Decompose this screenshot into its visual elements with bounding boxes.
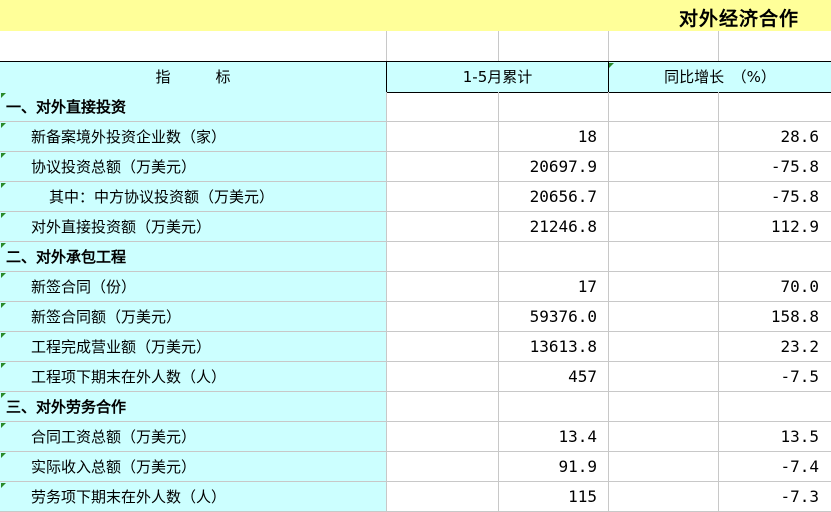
- section-row: 二、对外承包工程: [0, 242, 831, 272]
- growth-value: [720, 242, 819, 272]
- section-row: 一、对外直接投资: [0, 92, 831, 122]
- table-row: 新备案境外投资企业数（家） 18 28.6: [0, 122, 831, 152]
- cell-marker-icon: [609, 63, 614, 68]
- cumulative-value: 91.9: [558, 457, 597, 476]
- blank-row: [0, 31, 831, 61]
- growth-value: [720, 392, 819, 422]
- growth-value: -7.4: [780, 457, 819, 476]
- growth-value: 70.0: [780, 277, 819, 296]
- spreadsheet: 对外经济合作 指 标 1-5月累计 同比增长 （%） 一、对外直接投资新备案境外…: [0, 0, 831, 512]
- cumulative-value: 59376.0: [529, 307, 597, 326]
- row-label: 协议投资总额（万美元）: [31, 158, 197, 176]
- indicator-header: 指 标: [155, 68, 231, 86]
- cell-marker-icon: [1, 153, 6, 158]
- table-row: 其中：中方协议投资额（万美元） 20656.7 -75.8: [0, 182, 831, 212]
- section-label: 二、对外承包工程: [6, 248, 127, 266]
- table-row: 新签合同（份） 17 70.0: [0, 272, 831, 302]
- data-table: 一、对外直接投资新备案境外投资企业数（家） 18 28.6 协议投资总额（万美元） 20…: [0, 92, 831, 512]
- table-row: 劳务项下期末在外人数（人） 115 -7.3: [0, 482, 831, 512]
- cell-marker-icon: [1, 183, 6, 188]
- growth-value: -75.8: [770, 187, 819, 206]
- cumulative-value: [500, 392, 597, 422]
- cumulative-value: 20656.7: [529, 187, 597, 206]
- cumulative-value: 17: [577, 277, 597, 296]
- cumulative-value: 21246.8: [529, 217, 597, 236]
- cumulative-value: 13613.8: [529, 337, 597, 356]
- growth-value: 158.8: [770, 307, 819, 326]
- row-label: 新签合同（份）: [31, 278, 137, 296]
- cell-marker-icon: [1, 363, 6, 368]
- growth-value: -7.3: [780, 487, 819, 506]
- row-label: 对外直接投资额（万美元）: [31, 218, 212, 236]
- table-row: 协议投资总额（万美元） 20697.9 -75.8: [0, 152, 831, 182]
- row-label: 工程项下期末在外人数（人）: [31, 368, 227, 386]
- growth-value: -75.8: [770, 157, 819, 176]
- table-row: 实际收入总额（万美元） 91.9 -7.4: [0, 452, 831, 482]
- cell-marker-icon: [1, 483, 6, 488]
- growth-value: 112.9: [770, 217, 819, 236]
- cumulative-value: 115: [568, 487, 597, 506]
- sheet-title: 对外经济合作: [678, 8, 799, 30]
- yoy-header: 同比增长 （%）: [664, 68, 776, 86]
- cumulative-header: 1-5月累计: [462, 68, 533, 86]
- cumulative-value: [500, 242, 597, 272]
- cumulative-value: 13.4: [558, 427, 597, 446]
- row-label: 实际收入总额（万美元）: [31, 458, 197, 476]
- cumulative-value: 18: [577, 127, 597, 146]
- cell-marker-icon: [1, 123, 6, 128]
- section-label: 三、对外劳务合作: [6, 398, 127, 416]
- growth-value: -7.5: [780, 367, 819, 386]
- table-row: 工程完成营业额（万美元） 13613.8 23.2: [0, 332, 831, 362]
- cell-marker-icon: [1, 423, 6, 428]
- row-label: 其中：中方协议投资额（万美元）: [49, 188, 275, 206]
- table-row: 对外直接投资额（万美元） 21246.8 112.9: [0, 212, 831, 242]
- title-row: 对外经济合作: [0, 0, 831, 32]
- cell-marker-icon: [1, 213, 6, 218]
- row-label: 新签合同额（万美元）: [31, 308, 182, 326]
- growth-value: 13.5: [780, 427, 819, 446]
- section-row: 三、对外劳务合作: [0, 392, 831, 422]
- cell-marker-icon: [1, 453, 6, 458]
- table-row: 新签合同额（万美元） 59376.0 158.8: [0, 302, 831, 332]
- cumulative-value: 20697.9: [529, 157, 597, 176]
- cell-marker-icon: [1, 273, 6, 278]
- cell-marker-icon: [1, 333, 6, 338]
- growth-value: 23.2: [780, 337, 819, 356]
- row-label: 新备案境外投资企业数（家）: [31, 128, 227, 146]
- growth-value: [720, 92, 819, 122]
- growth-value: 28.6: [780, 127, 819, 146]
- cumulative-value: [500, 92, 597, 122]
- header-row: 指 标 1-5月累计 同比增长 （%）: [0, 61, 831, 93]
- row-label: 合同工资总额（万美元）: [31, 428, 197, 446]
- table-row: 合同工资总额（万美元） 13.4 13.5: [0, 422, 831, 452]
- table-row: 工程项下期末在外人数（人） 457 -7.5: [0, 362, 831, 392]
- section-label: 一、对外直接投资: [6, 98, 127, 116]
- row-label: 工程完成营业额（万美元）: [31, 338, 212, 356]
- cumulative-value: 457: [568, 367, 597, 386]
- cell-marker-icon: [1, 303, 6, 308]
- row-label: 劳务项下期末在外人数（人）: [31, 488, 227, 506]
